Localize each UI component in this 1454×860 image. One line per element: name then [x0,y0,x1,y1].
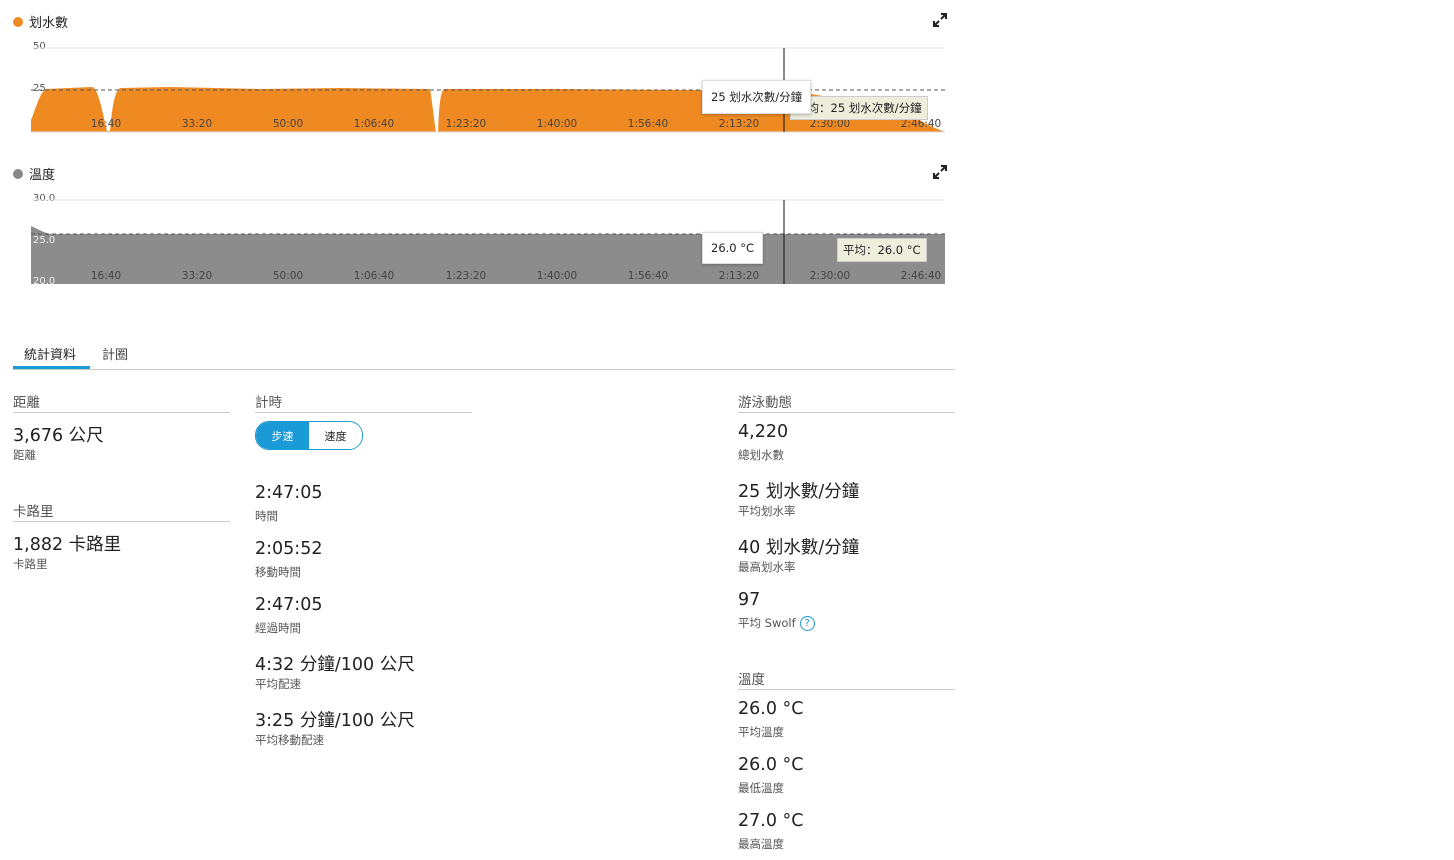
stat-label: 平均 Swolf [738,616,796,630]
temp-chart-plot[interactable] [0,150,960,290]
section-title-swim: 游泳動態 [738,391,955,413]
section-title-calories: 卡路里 [13,500,230,522]
stat-label: 平均溫度 [738,725,784,739]
stat-label: 移動時間 [255,565,301,579]
speed-toggle-button[interactable]: 速度 [309,422,362,449]
stat-value: 27.0 °C [738,811,804,831]
stat-value: 4:32 分鐘/100 公尺 [255,655,415,675]
section-title-temperature: 溫度 [738,668,955,690]
x-tick: 33:20 [181,118,213,130]
stat-value: 2:47:05 [255,595,323,615]
x-tick: 50:00 [272,118,304,130]
stat-value: 2:47:05 [255,483,323,503]
x-tick: 2:13:20 [718,270,760,282]
stat-label: 最低溫度 [738,781,784,795]
stat-value: 97 [738,590,761,610]
stat-label: 經過時間 [255,621,301,635]
stat-label-swolf: 平均 Swolf? [738,615,815,631]
stat-value: 1,882 卡路里 [13,535,122,555]
x-tick: 50:00 [272,270,304,282]
stat-label: 卡路里 [13,557,48,571]
stat-label: 最高划水率 [738,560,796,574]
x-tick: 2:30:00 [809,270,851,282]
chart-tooltip: 26.0 °C [702,232,764,264]
stat-value: 40 划水數/分鐘 [738,538,860,558]
stat-value: 2:05:52 [255,539,323,559]
y-tick: 25.0 [33,235,56,246]
stat-label: 平均配速 [255,677,301,691]
chart-tooltip: 25 划水次數/分鐘 [702,80,812,114]
pace-speed-toggle[interactable]: 步速 速度 [255,421,363,450]
stat-value: 26.0 °C [738,699,804,719]
stat-label: 平均移動配速 [255,733,324,747]
x-tick: 1:23:20 [445,270,487,282]
stat-value: 3,676 公尺 [13,426,104,446]
x-tick: 1:56:40 [627,270,669,282]
x-tick: 1:06:40 [353,118,395,130]
section-title-timing: 計時 [255,391,472,413]
x-tick: 16:40 [90,118,122,130]
stat-label: 平均划水率 [738,504,796,518]
stat-label: 總划水數 [738,448,784,462]
x-tick: 1:40:00 [536,118,578,130]
x-tick: 1:56:40 [627,118,669,130]
active-tab-indicator [13,366,90,369]
x-tick: 16:40 [90,270,122,282]
stat-value: 3:25 分鐘/100 公尺 [255,711,415,731]
stat-label: 最高溫度 [738,837,784,851]
average-label: 平均：26.0 °C [837,238,927,262]
stat-value: 4,220 [738,422,789,442]
section-title-distance: 距離 [13,391,230,413]
x-tick: 1:23:20 [445,118,487,130]
y-tick: 20.0 [33,276,56,287]
stat-value: 26.0 °C [738,755,804,775]
x-tick: 1:06:40 [353,270,395,282]
tab-divider [13,369,955,370]
x-tick: 1:40:00 [536,270,578,282]
stat-label: 時間 [255,509,278,523]
tab-laps[interactable]: 計圈 [102,344,128,363]
stat-value: 25 划水數/分鐘 [738,482,860,502]
x-tick: 2:13:20 [718,118,760,130]
help-icon[interactable]: ? [799,616,815,631]
temp-area [31,226,945,284]
stat-label: 距離 [13,448,36,462]
pace-toggle-button[interactable]: 步速 [256,422,309,449]
x-tick: 2:46:40 [900,270,942,282]
x-tick: 33:20 [181,270,213,282]
tab-statistics[interactable]: 統計資料 [24,344,76,363]
